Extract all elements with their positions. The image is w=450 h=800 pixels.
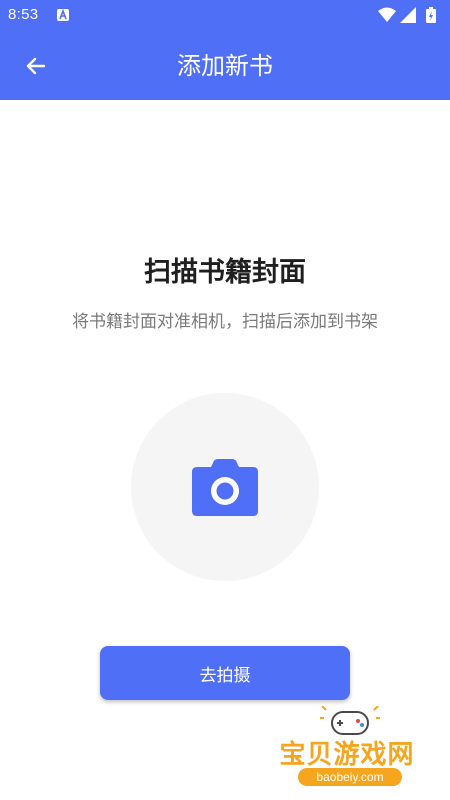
wifi-icon	[378, 7, 396, 22]
scan-headline: 扫描书籍封面	[144, 257, 306, 288]
status-icons	[378, 7, 442, 23]
take-photo-button[interactable]: 去拍摄	[100, 646, 350, 700]
a-icon	[57, 9, 69, 21]
add-book-screen: 8:53 添加新书 扫描书籍封面 将书籍封面对准相机，扫描后添加到书架 去拍摄 …	[0, 0, 450, 800]
scan-instructions: 将书籍封面对准相机，扫描后添加到书架	[72, 312, 378, 332]
page-title: 添加新书	[177, 52, 273, 80]
watermark-url: baobeiy.com	[298, 768, 402, 786]
camera-icon	[192, 459, 258, 516]
app-header: 8:53 添加新书	[0, 0, 450, 100]
signal-icon	[400, 7, 416, 23]
battery-icon	[426, 7, 436, 23]
toolbar: 添加新书	[0, 32, 450, 100]
arrow-left-icon	[26, 57, 46, 75]
watermark: 宝贝游戏网 baobeiy.com	[272, 702, 432, 794]
status-bar: 8:53	[0, 0, 450, 32]
status-time: 8:53	[8, 6, 39, 23]
watermark-text: 宝贝游戏网	[279, 740, 415, 770]
back-button[interactable]	[16, 46, 56, 86]
camera-preview-circle[interactable]	[131, 393, 319, 581]
